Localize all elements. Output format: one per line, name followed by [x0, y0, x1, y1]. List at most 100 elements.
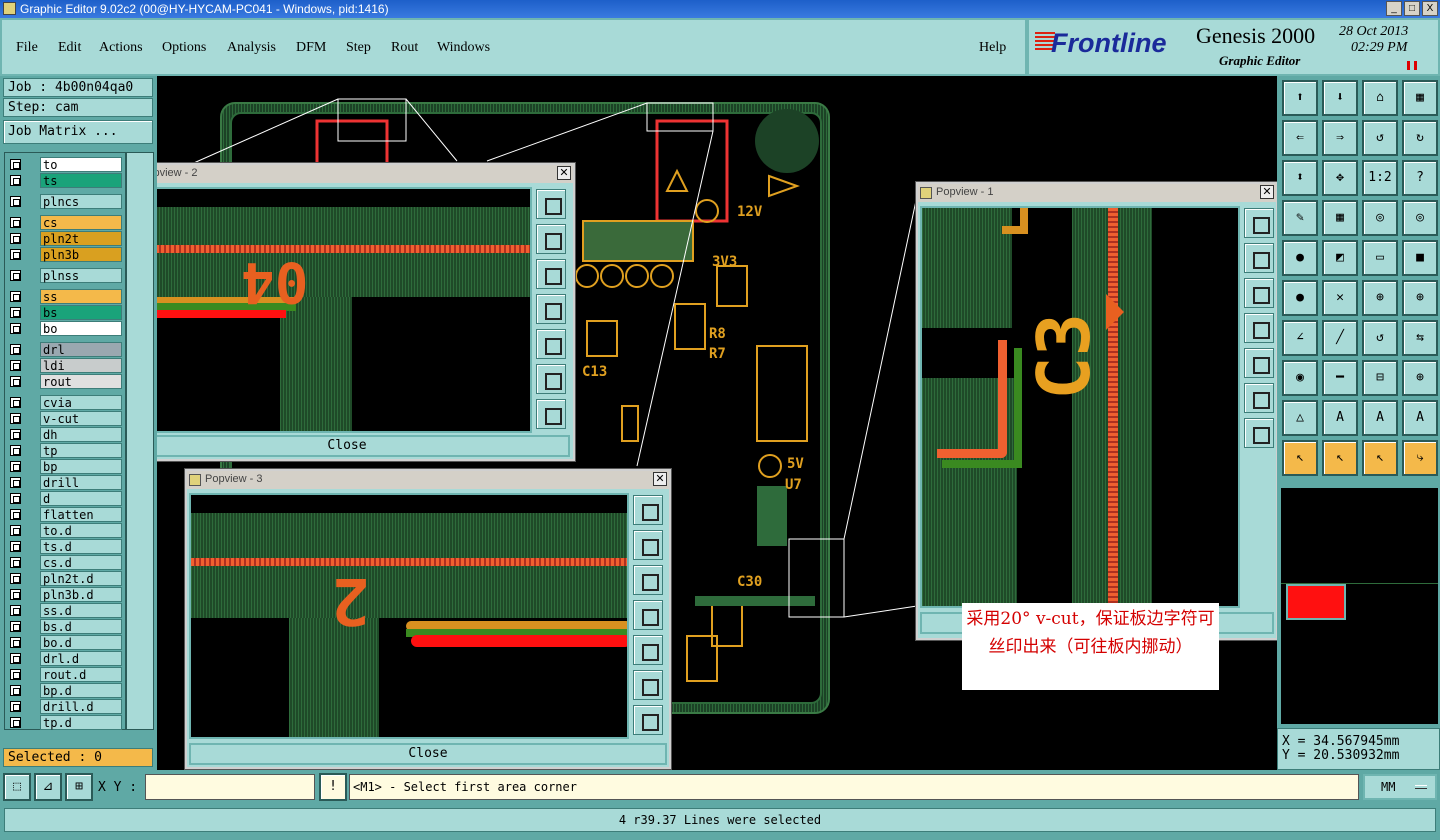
- layer-row-ss[interactable]: ss: [8, 289, 122, 304]
- layer-checkbox[interactable]: [10, 429, 21, 440]
- layer-checkbox[interactable]: [10, 653, 21, 664]
- layer-row-pln3b.d[interactable]: pln3b.d: [8, 587, 122, 602]
- tool-4-1-icon[interactable]: ◩: [1322, 240, 1358, 276]
- tool-6-1-icon[interactable]: ╱: [1322, 320, 1358, 356]
- layer-checkbox[interactable]: [10, 413, 21, 424]
- menu-step[interactable]: Step: [346, 40, 371, 56]
- layer-name[interactable]: pln3b.d: [40, 587, 122, 602]
- popview-tool-button[interactable]: [633, 670, 663, 700]
- layer-checkbox[interactable]: [10, 493, 21, 504]
- job-matrix-button[interactable]: Job Matrix ...: [3, 120, 153, 144]
- tool-2-2-icon[interactable]: 1:2: [1362, 160, 1398, 196]
- popview-tool-button[interactable]: [536, 189, 566, 219]
- layer-row-v-cut[interactable]: v-cut: [8, 411, 122, 426]
- layer-checkbox[interactable]: [10, 509, 21, 520]
- layer-checkbox[interactable]: [10, 445, 21, 456]
- layer-name[interactable]: ss: [40, 289, 122, 304]
- layer-name[interactable]: ldi: [40, 358, 122, 373]
- tool-2-3-icon[interactable]: ?: [1402, 160, 1438, 196]
- minimize-button[interactable]: _: [1386, 1, 1402, 16]
- layer-name[interactable]: rout: [40, 374, 122, 389]
- tool-0-2-icon[interactable]: ⌂: [1362, 80, 1398, 116]
- tool-5-1-icon[interactable]: ✕: [1322, 280, 1358, 316]
- layer-row-ts.d[interactable]: ts.d: [8, 539, 122, 554]
- tool-3-1-icon[interactable]: ▦: [1322, 200, 1358, 236]
- color-swatch[interactable]: [1286, 584, 1346, 620]
- layer-name[interactable]: flatten: [40, 507, 122, 522]
- layer-checkbox[interactable]: [10, 701, 21, 712]
- popview-tool-button[interactable]: [633, 600, 663, 630]
- popview-tool-button[interactable]: [536, 364, 566, 394]
- layer-name[interactable]: drill: [40, 475, 122, 490]
- layer-row-ss.d[interactable]: ss.d: [8, 603, 122, 618]
- popview-tool-button[interactable]: [633, 530, 663, 560]
- layer-checkbox[interactable]: [10, 477, 21, 488]
- tool-5-2-icon[interactable]: ⊕: [1362, 280, 1398, 316]
- popview-3-view[interactable]: 2: [189, 493, 629, 739]
- popview-tool-button[interactable]: [536, 224, 566, 254]
- layer-row-d[interactable]: d: [8, 491, 122, 506]
- popview-tool-button[interactable]: [1244, 313, 1274, 343]
- popview-2-view[interactable]: 04: [157, 187, 532, 433]
- tool-9-1-icon[interactable]: ↖: [1322, 440, 1358, 476]
- tool-1-2-icon[interactable]: ↺: [1362, 120, 1398, 156]
- menu-help[interactable]: Help: [979, 40, 1006, 56]
- tool-4-3-icon[interactable]: ■: [1402, 240, 1438, 276]
- layer-checkbox[interactable]: [10, 307, 21, 318]
- layer-checkbox[interactable]: [10, 573, 21, 584]
- measure-icon[interactable]: ⊿: [34, 773, 62, 801]
- close-window-button[interactable]: X: [1422, 1, 1438, 16]
- popview-tool-button[interactable]: [1244, 348, 1274, 378]
- tool-1-3-icon[interactable]: ↻: [1402, 120, 1438, 156]
- layer-checkbox[interactable]: [10, 344, 21, 355]
- layer-scrollbar[interactable]: [126, 152, 154, 730]
- tool-3-2-icon[interactable]: ◎: [1362, 200, 1398, 236]
- tool-9-2-icon[interactable]: ↖: [1362, 440, 1398, 476]
- layer-checkbox[interactable]: [10, 525, 21, 536]
- layer-row-dh[interactable]: dh: [8, 427, 122, 442]
- layer-checkbox[interactable]: [10, 397, 21, 408]
- menu-dfm[interactable]: DFM: [296, 40, 326, 56]
- layer-row-cs.d[interactable]: cs.d: [8, 555, 122, 570]
- layer-row-plncs[interactable]: plncs: [8, 194, 122, 209]
- menu-edit[interactable]: Edit: [58, 40, 81, 56]
- layer-checkbox[interactable]: [10, 196, 21, 207]
- tool-7-2-icon[interactable]: ⊟: [1362, 360, 1398, 396]
- popview-tool-button[interactable]: [1244, 278, 1274, 308]
- layer-name[interactable]: to: [40, 157, 122, 172]
- layer-name[interactable]: plncs: [40, 194, 122, 209]
- popview-tool-button[interactable]: [536, 329, 566, 359]
- layer-checkbox[interactable]: [10, 637, 21, 648]
- tool-7-0-icon[interactable]: ◉: [1282, 360, 1318, 396]
- menu-analysis[interactable]: Analysis: [227, 40, 276, 56]
- popview-tool-button[interactable]: [1244, 243, 1274, 273]
- tool-4-2-icon[interactable]: ▭: [1362, 240, 1398, 276]
- layer-row-to.d[interactable]: to.d: [8, 523, 122, 538]
- layer-row-pln3b[interactable]: pln3b: [8, 247, 122, 262]
- layer-checkbox[interactable]: [10, 461, 21, 472]
- layer-checkbox[interactable]: [10, 557, 21, 568]
- layer-row-drill[interactable]: drill: [8, 475, 122, 490]
- layer-name[interactable]: ts: [40, 173, 122, 188]
- layer-checkbox[interactable]: [10, 217, 21, 228]
- layer-row-bo[interactable]: bo: [8, 321, 122, 336]
- tool-7-3-icon[interactable]: ⊕: [1402, 360, 1438, 396]
- layer-name[interactable]: bs: [40, 305, 122, 320]
- layer-name[interactable]: bo.d: [40, 635, 122, 650]
- layer-checkbox[interactable]: [10, 685, 21, 696]
- layer-name[interactable]: pln2t.d: [40, 571, 122, 586]
- layer-name[interactable]: cs.d: [40, 555, 122, 570]
- layer-row-cs[interactable]: cs: [8, 215, 122, 230]
- tool-3-0-icon[interactable]: ✎: [1282, 200, 1318, 236]
- layer-name[interactable]: ss.d: [40, 603, 122, 618]
- xy-input[interactable]: [145, 774, 315, 800]
- layer-row-bs.d[interactable]: bs.d: [8, 619, 122, 634]
- layer-name[interactable]: rout.d: [40, 667, 122, 682]
- tool-7-1-icon[interactable]: ━: [1322, 360, 1358, 396]
- layer-row-tp.d[interactable]: tp.d: [8, 715, 122, 730]
- layer-checkbox[interactable]: [10, 376, 21, 387]
- popview-1-view[interactable]: C3: [920, 206, 1240, 608]
- layer-row-drl[interactable]: drl: [8, 342, 122, 357]
- layer-name[interactable]: drl: [40, 342, 122, 357]
- layer-checkbox[interactable]: [10, 621, 21, 632]
